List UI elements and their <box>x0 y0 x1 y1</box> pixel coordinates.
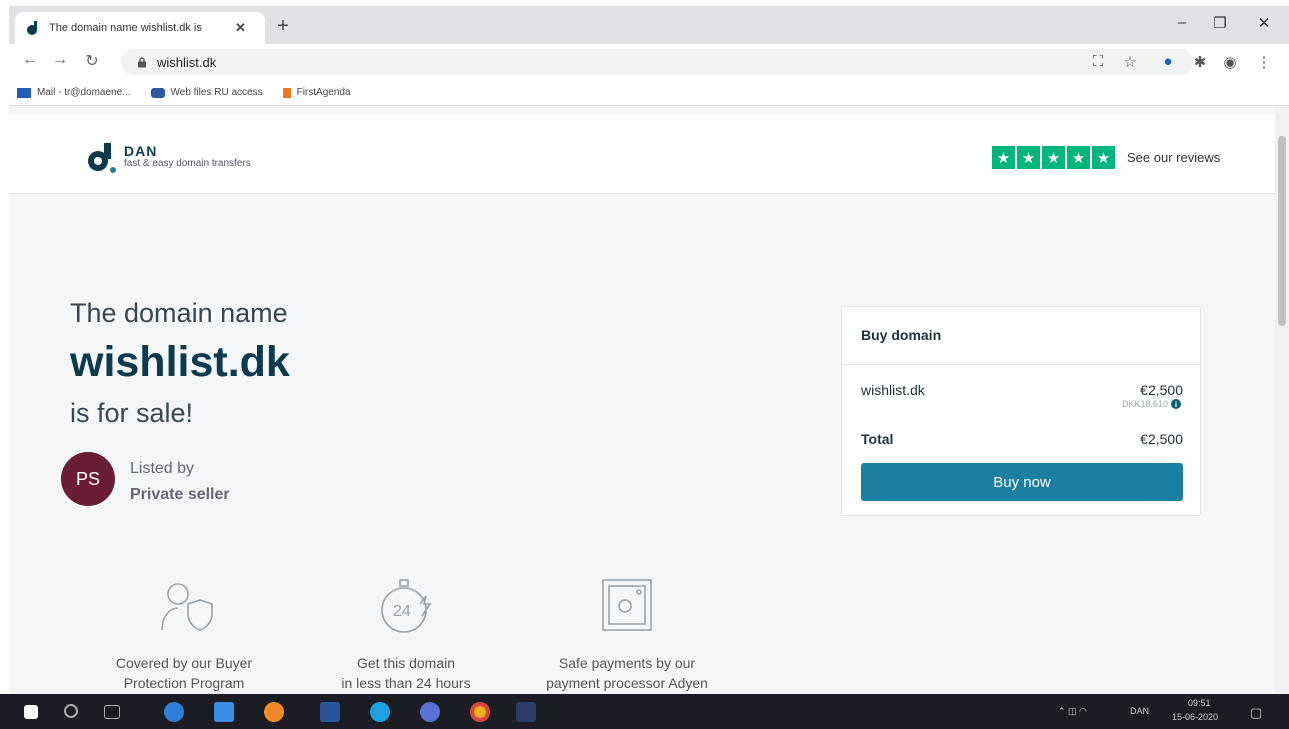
task-view-icon[interactable] <box>104 705 120 719</box>
clock-date[interactable]: 15-06-2020 <box>1172 712 1218 722</box>
page-viewport: DAN fast & easy domain transfers ★ ★ ★ ★… <box>9 106 1275 694</box>
buy-now-button[interactable]: Buy now <box>861 463 1183 501</box>
card-domain: wishlist.dk <box>861 382 925 398</box>
card-price: €2,500 <box>1140 382 1183 398</box>
feature-line: in less than 24 hours <box>341 675 471 691</box>
outlook-icon <box>17 87 31 98</box>
page-scrollbar[interactable] <box>1275 106 1289 694</box>
search-icon[interactable] <box>64 704 78 718</box>
stopwatch-24-icon: 24 <box>381 579 432 633</box>
site-logo[interactable]: DAN fast & easy domain transfers <box>84 140 251 174</box>
url-text: wishlist.dk <box>157 54 217 70</box>
total-row: Total €2,500 <box>861 431 1183 447</box>
hero-line-1: The domain name <box>70 298 288 328</box>
outlook-icon[interactable] <box>320 702 340 722</box>
file-explorer-icon[interactable] <box>214 702 234 722</box>
bookmarks-bar: Mail - tr@domaene... Web files RU access… <box>9 80 1289 106</box>
lock-icon <box>138 56 146 67</box>
star-icon: ★ <box>1067 146 1090 169</box>
skype-icon[interactable] <box>370 702 390 722</box>
firstagenda-icon <box>282 87 291 98</box>
total-price: €2,500 <box>1140 431 1183 447</box>
hero-domain: wishlist.dk <box>70 338 290 386</box>
buy-domain-card: Buy domain wishlist.dk €2,500 DKK18,610 … <box>841 306 1201 516</box>
buyer-protection-icon <box>161 583 213 631</box>
hero-line-3: is for sale! <box>70 398 194 428</box>
extensions-puzzle-icon[interactable]: ✱ <box>1189 53 1211 71</box>
edge-icon[interactable] <box>164 702 184 722</box>
outlook-app-icon[interactable] <box>516 702 536 722</box>
chrome-icon[interactable] <box>470 702 490 722</box>
tab-active[interactable]: The domain name wishlist.dk is ✕ <box>15 12 265 44</box>
logo-tagline: fast & easy domain transfers <box>124 158 251 169</box>
minimize-icon[interactable]: – <box>1167 14 1197 31</box>
language-indicator[interactable]: DAN <box>1130 706 1149 716</box>
star-icon: ★ <box>1092 146 1115 169</box>
card-heading: Buy domain <box>842 307 1200 365</box>
seller-name: Private seller <box>130 486 230 503</box>
price-dkk: DKK18,610 i <box>1122 399 1181 409</box>
feature-line: payment processor Adyen <box>546 675 708 691</box>
total-label: Total <box>861 431 894 447</box>
feature-line: Protection Program <box>123 675 245 691</box>
close-window-icon[interactable]: ✕ <box>1249 14 1279 32</box>
feature-24-hours: 24 Get this domain in less than 24 hours <box>306 574 506 693</box>
profile-icon[interactable]: ◉ <box>1219 53 1241 71</box>
clock-time[interactable]: 09:51 <box>1188 698 1211 708</box>
new-tab-icon[interactable]: + <box>271 15 295 38</box>
maximize-icon[interactable]: ❐ <box>1205 14 1235 32</box>
trustpilot-rating[interactable]: ★ ★ ★ ★ ★ See our reviews <box>992 146 1220 169</box>
feature-line: Safe payments by our <box>558 655 696 671</box>
address-bar[interactable]: wishlist.dk <box>121 49 1193 75</box>
seller-avatar: PS <box>61 452 115 506</box>
back-icon[interactable]: ← <box>19 51 41 69</box>
dan-favicon-icon <box>27 21 37 35</box>
bookmark-star-icon[interactable]: ☆ <box>1119 53 1141 71</box>
windows-start-icon[interactable] <box>24 705 38 719</box>
dan-logo-icon <box>88 143 116 173</box>
listed-by-label: Listed by <box>130 460 195 477</box>
tab-title: The domain name wishlist.dk is <box>49 22 202 34</box>
svg-text:24: 24 <box>393 603 411 620</box>
web-files-icon <box>150 87 165 98</box>
star-icon: ★ <box>992 146 1015 169</box>
tray-icons[interactable]: ⌃ ◫ ◠ <box>1058 706 1087 717</box>
feature-safe-payments: Safe payments by our payment processor A… <box>527 574 727 693</box>
extension-icon[interactable]: ● <box>1157 53 1179 70</box>
logo-name: DAN <box>124 143 158 159</box>
star-icon: ★ <box>1017 146 1040 169</box>
tab-close-icon[interactable]: ✕ <box>235 20 246 36</box>
see-reviews-link[interactable]: See our reviews <box>1127 150 1220 165</box>
notification-icon[interactable]: ▢ <box>1250 705 1262 721</box>
star-icon: ★ <box>1042 146 1065 169</box>
translate-icon[interactable]: ⛶ <box>1087 53 1109 70</box>
bookmark-item[interactable]: Mail - tr@domaene... <box>17 87 131 98</box>
skype-business-icon[interactable] <box>420 702 440 722</box>
forward-icon[interactable]: → <box>49 51 71 69</box>
firefox-icon[interactable] <box>264 702 284 722</box>
windows-taskbar: ⌃ ◫ ◠ DAN 09:51 15-06-2020 ▢ <box>0 694 1289 729</box>
feature-buyer-protection: Covered by our Buyer Protection Program <box>84 574 284 693</box>
info-icon[interactable]: i <box>1171 399 1181 409</box>
tab-strip: The domain name wishlist.dk is ✕ + – ❐ ✕ <box>9 6 1289 44</box>
bookmark-item[interactable]: Web files RU access <box>150 87 263 98</box>
safe-icon <box>602 579 652 631</box>
price-row: wishlist.dk €2,500 <box>861 382 1183 398</box>
feature-line: Get this domain <box>356 655 456 671</box>
site-header: DAN fast & easy domain transfers ★ ★ ★ ★… <box>9 114 1275 194</box>
browser-toolbar: ← → ↻ wishlist.dk ⛶ ☆ ● ✱ ◉ ⋮ <box>9 44 1289 80</box>
feature-line: Covered by our Buyer <box>115 655 253 671</box>
scrollbar-thumb[interactable] <box>1278 136 1286 326</box>
reload-icon[interactable]: ↻ <box>81 51 103 71</box>
browser-window: The domain name wishlist.dk is ✕ + – ❐ ✕… <box>9 6 1289 694</box>
menu-icon[interactable]: ⋮ <box>1253 53 1275 71</box>
bookmark-item[interactable]: FirstAgenda <box>282 87 351 98</box>
